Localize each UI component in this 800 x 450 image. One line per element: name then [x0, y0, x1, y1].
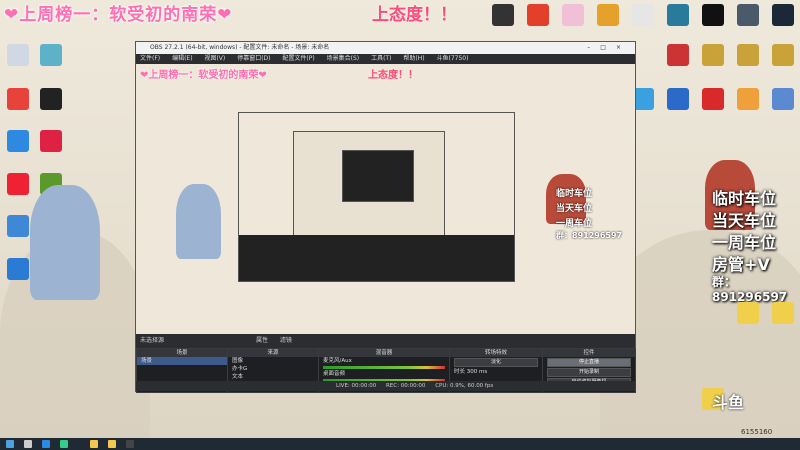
start-recording-button[interactable]: 开始录制 [547, 368, 631, 377]
source-item[interactable]: 图像 [228, 357, 318, 365]
filters-button[interactable]: 滤镜 [280, 337, 292, 344]
obs-preview[interactable]: ❤上周榜一：软受初的南荣❤ 上态度！！ 临时车位 当天车位 一周车位 群：891… [136, 64, 635, 334]
app-icon[interactable] [597, 4, 619, 26]
app-icon[interactable] [60, 440, 68, 448]
transition-select[interactable]: 淡化 [454, 358, 538, 367]
duration-label: 时长 [454, 369, 466, 375]
app-icon[interactable] [772, 88, 794, 110]
wps-icon[interactable] [7, 173, 29, 195]
menu-douyu[interactable]: 斗鱼(7750) [436, 55, 468, 62]
recycle-bin-icon[interactable] [7, 44, 29, 66]
pubg-icon[interactable] [737, 4, 759, 26]
obs-window[interactable]: OBS 27.2.1 (64-bit, windows) - 配置文件: 未命名… [135, 41, 636, 393]
obs-titlebar[interactable]: OBS 27.2.1 (64-bit, windows) - 配置文件: 未命名… [136, 42, 635, 54]
app-icon[interactable] [492, 4, 514, 26]
douyu-watermark: 斗鱼 [712, 393, 745, 412]
preview-side-line: 一周车位 [556, 219, 593, 229]
search-icon[interactable] [24, 440, 32, 448]
preview-group-id: 群：891296597 [556, 231, 623, 240]
app-icon[interactable] [632, 4, 654, 26]
preview-character [176, 184, 221, 259]
source-item[interactable]: 办卡G [228, 365, 318, 373]
scene-item[interactable]: 场景 [137, 357, 227, 365]
window-controls[interactable]: –□× [587, 42, 631, 54]
folder-icon[interactable] [772, 302, 794, 324]
app-icon[interactable] [7, 258, 29, 280]
side-banner-line: 临时车位 [712, 189, 777, 208]
among-us-icon[interactable] [527, 4, 549, 26]
nested-obs-preview [342, 150, 414, 202]
mixer-title: 混音器 [319, 349, 449, 357]
properties-button[interactable]: 属性 [256, 337, 268, 344]
edge-icon[interactable] [42, 440, 50, 448]
nested-obs-preview [293, 131, 445, 237]
app-icon[interactable] [40, 44, 62, 66]
nested-obs-docks [239, 235, 514, 281]
preview-banner-right: 上态度！！ [368, 70, 418, 81]
menu-profile[interactable]: 配置文件(P) [282, 55, 314, 62]
live-time: LIVE: 00:00:00 [336, 383, 377, 389]
menu-tools[interactable]: 工具(T) [371, 55, 391, 62]
no-source-selected: 未选择源 [140, 337, 165, 344]
app-icon[interactable] [667, 44, 689, 66]
obs-menubar: 文件(F) 编辑(E) 视图(V) 停靠窗口(D) 配置文件(P) 场景集合(S… [136, 54, 635, 64]
edge-icon[interactable] [7, 130, 29, 152]
side-banner-group-id: 群：891296597 [712, 275, 788, 304]
volume-meter [323, 366, 445, 369]
preview-side-line: 当天车位 [556, 204, 593, 214]
app-icon[interactable] [702, 4, 724, 26]
app-icon[interactable] [108, 440, 116, 448]
mixer-channel-name: 桌面音频 [323, 371, 346, 377]
start-icon[interactable] [6, 440, 14, 448]
stop-streaming-button[interactable]: 停止直播 [547, 358, 631, 367]
lol-icon[interactable] [772, 44, 794, 66]
mixer-channel-name: 麦克风/Aux [323, 358, 352, 364]
taskbar [0, 438, 800, 450]
menu-scene-collection[interactable]: 场景集合(S) [327, 55, 360, 62]
app-icon[interactable] [667, 4, 689, 26]
stream-banner-right: 上态度！！ [372, 5, 457, 25]
scenes-title: 场景 [137, 349, 227, 357]
cpu-fps: CPU: 0.9%, 60.00 fps [435, 383, 494, 389]
menu-docks[interactable]: 停靠窗口(D) [237, 55, 270, 62]
folder-icon[interactable] [90, 440, 98, 448]
anime-character-image [30, 185, 100, 300]
app-icon[interactable] [40, 130, 62, 152]
window-title: OBS 27.2.1 (64-bit, windows) - 配置文件: 未命名… [150, 44, 330, 51]
transitions-title: 转场特效 [450, 349, 542, 357]
app-icon[interactable] [7, 88, 29, 110]
app-icon[interactable] [737, 88, 759, 110]
side-banner-line: 房管+V [712, 255, 770, 274]
menu-edit[interactable]: 编辑(E) [172, 55, 192, 62]
source-item[interactable]: 文本 [228, 373, 318, 381]
controls-title: 控件 [543, 349, 635, 357]
source-toolbar: 未选择源 属性 滤镜 [136, 334, 635, 348]
app-icon[interactable] [667, 88, 689, 110]
room-number: 6155160 [741, 428, 773, 436]
obs-statusbar: LIVE: 00:00:00 REC: 00:00:00 CPU: 0.9%, … [136, 381, 635, 391]
preview-banner: ❤上周榜一：软受初的南荣❤ [140, 70, 267, 81]
stream-banner-left: ❤上周榜一：软受初的南荣❤ [4, 5, 233, 25]
menu-view[interactable]: 视图(V) [204, 55, 225, 62]
capcut-icon[interactable] [40, 88, 62, 110]
side-banner-line: 一周车位 [712, 233, 777, 252]
preview-side-line: 临时车位 [556, 189, 593, 199]
rec-time: REC: 00:00:00 [385, 383, 426, 389]
steam-icon[interactable] [772, 4, 794, 26]
lol-icon[interactable] [737, 44, 759, 66]
obs-icon[interactable] [126, 440, 134, 448]
folder-icon[interactable] [737, 302, 759, 324]
duration-input[interactable]: 300 ms [467, 369, 487, 375]
sources-title: 来源 [228, 349, 318, 357]
side-banner-line: 当天车位 [712, 211, 777, 230]
app-icon[interactable] [562, 4, 584, 26]
menu-file[interactable]: 文件(F) [140, 55, 160, 62]
app-icon[interactable] [702, 88, 724, 110]
lol-icon[interactable] [702, 44, 724, 66]
app-icon[interactable] [7, 215, 29, 237]
menu-help[interactable]: 帮助(H) [403, 55, 424, 62]
nested-obs-preview [238, 112, 515, 282]
